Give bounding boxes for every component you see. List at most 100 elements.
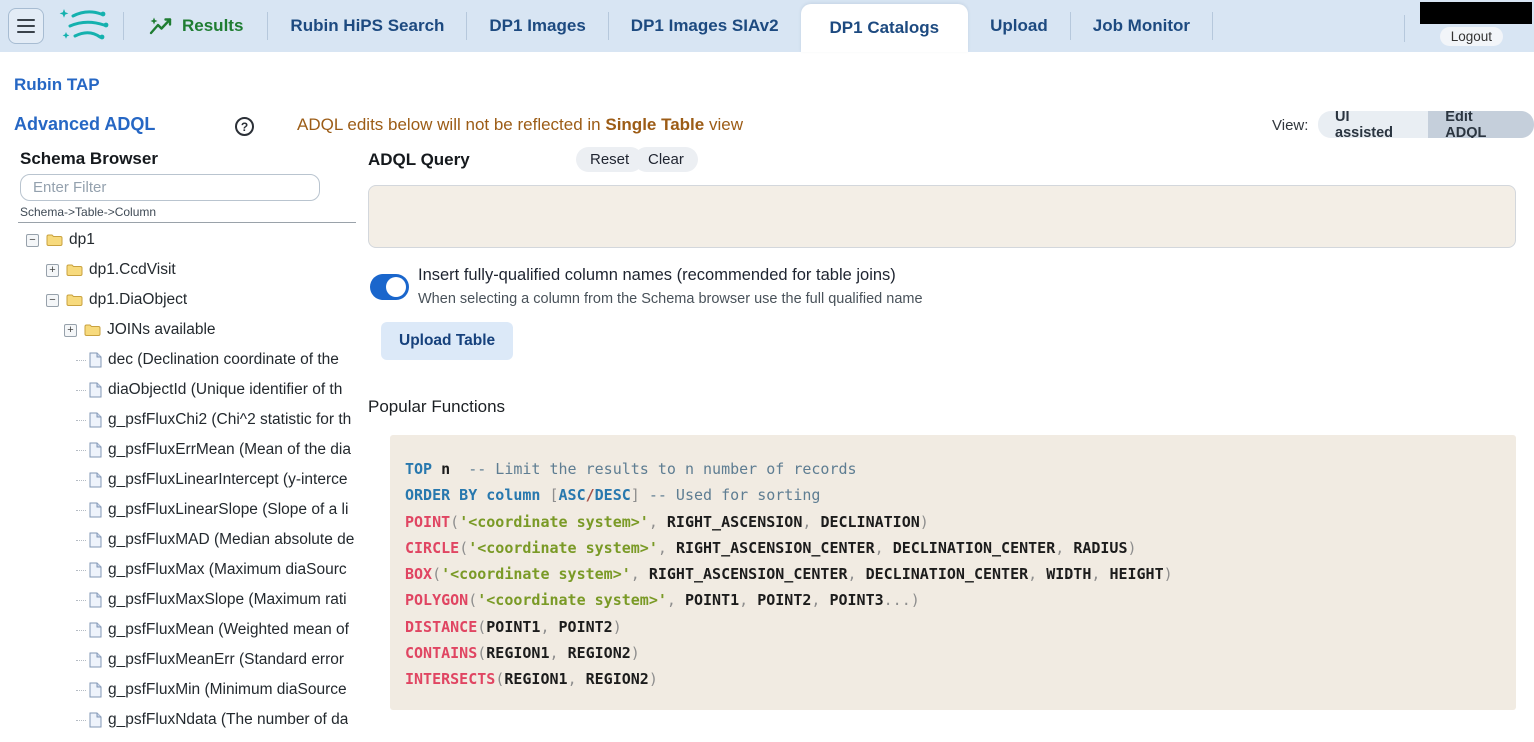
- code-token: REGION1: [504, 670, 567, 688]
- tree-item-joins[interactable]: +JOINs available: [0, 315, 356, 345]
- code-token: DESC: [595, 486, 631, 504]
- schema-filter-input[interactable]: [20, 174, 320, 201]
- collapse-icon[interactable]: −: [46, 294, 59, 307]
- code-token: '<coordinate system>': [459, 513, 649, 531]
- code-token: ,: [875, 539, 893, 557]
- tree-item-g-psffluxlinearslope[interactable]: g_psfFluxLinearSlope (Slope of a li: [0, 495, 356, 525]
- code-line: TOP n -- Limit the results to n number o…: [405, 456, 1506, 482]
- code-token: HEIGHT: [1109, 565, 1163, 583]
- tab-dp1-catalogs[interactable]: DP1 Catalogs: [801, 4, 969, 52]
- expand-icon[interactable]: +: [64, 324, 77, 337]
- code-token: POINT1: [486, 618, 540, 636]
- code-token: -- Used for sorting: [640, 486, 821, 504]
- code-token: -- Limit the results to n number of reco…: [450, 460, 856, 478]
- code-token: TOP: [405, 460, 432, 478]
- page: ResultsRubin HiPS SearchDP1 Images DP1 Im…: [0, 0, 1534, 742]
- expand-icon[interactable]: +: [46, 264, 59, 277]
- tree-connector: [76, 570, 86, 571]
- code-token: RIGHT_ASCENSION: [667, 513, 802, 531]
- tree-item-label: g_psfFluxMaxSlope (Maximum rati: [108, 591, 347, 609]
- adql-query-input[interactable]: [368, 185, 1516, 248]
- code-token: POINT: [405, 513, 450, 531]
- tree-item-g-psffluxmin[interactable]: g_psfFluxMin (Minimum diaSource: [0, 675, 356, 705]
- tree-item-label: g_psfFluxMin (Minimum diaSource: [108, 681, 347, 699]
- document-icon: [89, 562, 102, 578]
- tree-connector: [76, 450, 86, 451]
- schema-browser-panel: Schema Browser Schema->Table->Column −dp…: [0, 144, 356, 742]
- code-token: ): [631, 644, 640, 662]
- tree-item-dec[interactable]: dec (Declination coordinate of the: [0, 345, 356, 375]
- tree-item-diaobjectid[interactable]: diaObjectId (Unique identifier of th: [0, 375, 356, 405]
- nav-label: Upload: [990, 16, 1048, 36]
- hamburger-menu-button[interactable]: [8, 8, 44, 44]
- code-line: POLYGON('<coordinate system>', POINT1, P…: [405, 587, 1506, 613]
- help-icon[interactable]: ?: [235, 117, 254, 136]
- warning-bold: Single Table: [605, 115, 704, 134]
- toggle-knob: [386, 277, 406, 297]
- code-token: BOX: [405, 565, 432, 583]
- tab-dp1-images[interactable]: DP1 Images: [467, 0, 607, 52]
- code-token: REGION2: [586, 670, 649, 688]
- tree-item-label: g_psfFluxLinearSlope (Slope of a li: [108, 501, 348, 519]
- document-icon: [89, 382, 102, 398]
- tree-connector: [76, 540, 86, 541]
- code-token: ,: [568, 670, 586, 688]
- code-token: ): [1128, 539, 1137, 557]
- logout-button[interactable]: Logout: [1440, 27, 1503, 46]
- nav-results-link[interactable]: Results: [124, 0, 267, 52]
- tree-item-g-psffluxmeanerr[interactable]: g_psfFluxMeanErr (Standard error: [0, 645, 356, 675]
- clear-button[interactable]: Clear: [634, 147, 698, 172]
- tree-item-label: dp1: [69, 231, 95, 249]
- nav-label: DP1 Catalogs: [830, 18, 940, 38]
- document-icon: [89, 472, 102, 488]
- popular-functions-code-block: TOP n -- Limit the results to n number o…: [390, 435, 1516, 710]
- tree-connector: [76, 510, 86, 511]
- code-token: [: [540, 486, 558, 504]
- tree-item-g-psffluxmad[interactable]: g_psfFluxMAD (Median absolute de: [0, 525, 356, 555]
- tree-item-g-psffluxndata[interactable]: g_psfFluxNdata (The number of da: [0, 705, 356, 735]
- document-icon: [89, 502, 102, 518]
- tree-item-g-psffluxchi2[interactable]: g_psfFluxChi2 (Chi^2 statistic for th: [0, 405, 356, 435]
- tree-item-dp1-diaobject[interactable]: −dp1.DiaObject: [0, 285, 356, 315]
- code-token: /: [586, 486, 595, 504]
- top-navigation-bar: ResultsRubin HiPS SearchDP1 Images DP1 Im…: [0, 0, 1534, 52]
- warning-suffix: view: [704, 115, 743, 134]
- code-token: n: [432, 460, 450, 478]
- code-token: ORDER BY column: [405, 486, 540, 504]
- upload-table-button[interactable]: Upload Table: [381, 322, 513, 360]
- tree-item-blank[interactable]: [0, 735, 356, 742]
- tab-job-monitor[interactable]: Job Monitor: [1071, 0, 1212, 52]
- code-token: '<coordinate system>': [441, 565, 631, 583]
- tab-upload[interactable]: Upload: [968, 0, 1070, 52]
- tree-connector: [76, 480, 86, 481]
- tree-item-dp1[interactable]: − dp1: [0, 225, 356, 255]
- code-token: REGION2: [568, 644, 631, 662]
- adql-query-title: ADQL Query: [368, 150, 470, 170]
- tree-item-dp1-ccdvisit[interactable]: +dp1.CcdVisit: [0, 255, 356, 285]
- view-option-edit-adql[interactable]: Edit ADQL: [1428, 111, 1534, 138]
- code-token: ,: [739, 591, 757, 609]
- code-line: INTERSECTS(REGION1, REGION2): [405, 666, 1506, 692]
- fully-qualified-toggle[interactable]: [370, 274, 409, 300]
- code-token: (: [477, 618, 486, 636]
- view-option-ui-assisted[interactable]: UI assisted: [1318, 111, 1428, 138]
- tree-item-label: g_psfFluxNdata (The number of da: [108, 711, 348, 729]
- tab-rubin-hips-search[interactable]: Rubin HiPS Search: [268, 0, 466, 52]
- toggle-label: Insert fully-qualified column names (rec…: [418, 266, 896, 285]
- tree-item-g-psffluxmax[interactable]: g_psfFluxMax (Maximum diaSourc: [0, 555, 356, 585]
- tree-item-g-psffluxlinearintercept[interactable]: g_psfFluxLinearIntercept (y-interce: [0, 465, 356, 495]
- collapse-icon[interactable]: −: [26, 234, 39, 247]
- code-token: ,: [1091, 565, 1109, 583]
- tree-item-g-psffluxerrmean[interactable]: g_psfFluxErrMean (Mean of the dia: [0, 435, 356, 465]
- tab-dp1-images-siav2[interactable]: DP1 Images SIAv2: [609, 0, 801, 52]
- tree-connector: [76, 600, 86, 601]
- nav-label: DP1 Images SIAv2: [631, 16, 779, 36]
- view-switcher: UI assisted Edit ADQL: [1318, 111, 1534, 138]
- code-token: RIGHT_ASCENSION_CENTER: [649, 565, 848, 583]
- tree-item-g-psffluxmean[interactable]: g_psfFluxMean (Weighted mean of: [0, 615, 356, 645]
- tree-item-g-psffluxmaxslope[interactable]: g_psfFluxMaxSlope (Maximum rati: [0, 585, 356, 615]
- code-token: DECLINATION_CENTER: [866, 565, 1029, 583]
- popular-functions-title: Popular Functions: [368, 397, 505, 417]
- code-token: RADIUS: [1073, 539, 1127, 557]
- tree-item-label: diaObjectId (Unique identifier of th: [108, 381, 342, 399]
